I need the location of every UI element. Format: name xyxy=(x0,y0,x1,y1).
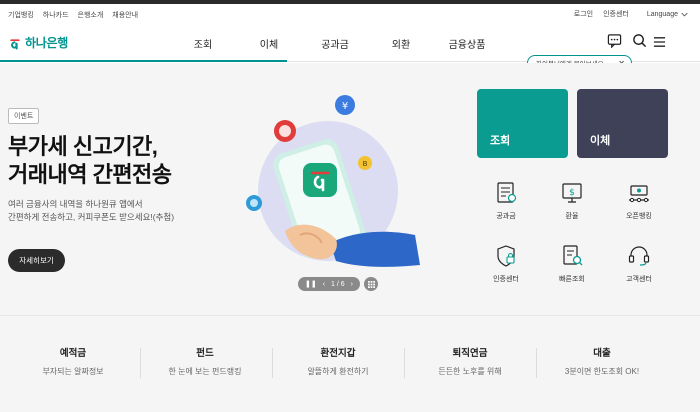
transfer-card-label: 이체 xyxy=(590,135,611,147)
hero-desc-line1: 여러 금융사의 내역을 하나원큐 앱에서 xyxy=(8,199,143,209)
product-deposit-title: 예적금 xyxy=(59,348,87,359)
quick-search-icon xyxy=(563,245,583,266)
product-pension-desc: 든든한 노후를 위해 xyxy=(438,367,502,376)
svg-text:$: $ xyxy=(569,188,575,198)
nav-item-query[interactable]: 조회 xyxy=(170,36,236,51)
product-loan[interactable]: 대출 3분이면 한도조회 OK! xyxy=(537,345,667,377)
quick-menu-customer-center-label: 고객센터 xyxy=(626,276,652,283)
event-badge: 이벤트 xyxy=(8,108,40,124)
nav-item-products[interactable]: 금융상품 xyxy=(434,36,500,51)
product-fund-title: 펀드 xyxy=(196,348,214,359)
quick-menu-cert-center-label: 인증센터 xyxy=(493,276,519,283)
hero-title: 부가세 신고기간, 거래내역 간편전송 xyxy=(8,133,172,189)
next-icon[interactable]: › xyxy=(351,281,353,288)
svg-text:B: B xyxy=(363,160,368,168)
grid-icon xyxy=(367,280,375,288)
util-link-card[interactable]: 하나카드 xyxy=(43,10,69,20)
svg-text:¥: ¥ xyxy=(342,101,348,112)
hero-title-line1: 부가세 신고기간, xyxy=(8,134,158,159)
product-deposit[interactable]: 예적금 부자되는 알짜정보 xyxy=(8,345,138,377)
product-fund-desc: 한 눈에 보는 펀드랭킹 xyxy=(168,367,242,376)
product-fund[interactable]: 펀드 한 눈에 보는 펀드랭킹 xyxy=(140,345,270,377)
utility-bar: 기업뱅킹 하나카드 은행소개 채용안내 로그인 인증센터 Language xyxy=(0,4,700,24)
pause-icon[interactable]: ❚❚ xyxy=(305,280,317,288)
hero-illustration: ¥ B xyxy=(246,95,420,267)
cert-center-link[interactable]: 인증센터 xyxy=(603,9,629,19)
shield-icon xyxy=(497,245,515,267)
login-link[interactable]: 로그인 xyxy=(574,9,593,19)
util-link-careers[interactable]: 채용안내 xyxy=(112,10,138,20)
product-pension[interactable]: 퇴직연금 든든한 노후를 위해 xyxy=(405,345,535,377)
quick-menu-bill-label: 공과금 xyxy=(496,213,516,220)
nav-item-transfer[interactable]: 이체 xyxy=(236,36,302,51)
main-nav: 조회 이체 공과금 외환 금융상품 xyxy=(170,36,500,51)
quick-menu-bill[interactable]: 공과금 xyxy=(476,180,536,221)
product-exchange-wallet-title: 환전지갑 xyxy=(320,348,356,359)
nav-item-forex[interactable]: 외환 xyxy=(368,36,434,51)
headset-icon xyxy=(628,246,650,266)
menu-icon[interactable] xyxy=(653,36,666,48)
logo-text: 하나은행 xyxy=(25,36,68,50)
product-loan-desc: 3분이면 한도조회 OK! xyxy=(564,367,640,376)
quick-menu-exchange-rate-label: 환율 xyxy=(565,213,579,220)
quick-menu-exchange-rate[interactable]: $ 환율 xyxy=(542,180,602,221)
exchange-rate-icon: $ xyxy=(562,183,582,203)
language-label: Language xyxy=(646,10,678,18)
header-icons xyxy=(607,33,647,48)
nav-item-utility-bill[interactable]: 공과금 xyxy=(302,36,368,51)
chevron-down-icon xyxy=(681,12,688,17)
quick-menu-quick-search-label: 빠른조회 xyxy=(559,276,585,283)
product-pension-title: 퇴직연금 xyxy=(452,348,488,359)
product-exchange-wallet-desc: 알뜰하게 환전하기 xyxy=(307,367,369,376)
bill-icon xyxy=(497,182,517,203)
open-banking-icon xyxy=(629,185,649,203)
logo[interactable]: 하나은행 xyxy=(9,34,68,51)
nav-underline xyxy=(0,60,287,62)
detail-button[interactable]: 자세히보기 xyxy=(8,249,65,272)
quick-menu-quick-search[interactable]: 빠른조회 xyxy=(542,243,602,284)
product-loan-title: 대출 xyxy=(593,348,611,359)
query-card[interactable]: 조회 xyxy=(477,89,568,158)
product-exchange-wallet[interactable]: 환전지갑 알뜰하게 환전하기 xyxy=(273,345,403,377)
quick-menu-cert-center[interactable]: 인증센터 xyxy=(476,243,536,284)
chat-icon[interactable] xyxy=(607,33,622,48)
grid-view-button[interactable] xyxy=(364,277,378,291)
util-link-about[interactable]: 은행소개 xyxy=(78,10,104,20)
hero-desc-line2: 간편하게 전송하고, 커피쿠폰도 받으세요!(추첨) xyxy=(8,212,175,222)
language-select[interactable]: Language xyxy=(647,11,688,18)
hero-description: 여러 금융사의 내역을 하나원큐 앱에서 간편하게 전송하고, 커피쿠폰도 받으… xyxy=(8,198,174,224)
quick-menu-customer-center[interactable]: 고객센터 xyxy=(609,243,669,284)
hana-logo-icon xyxy=(10,38,20,50)
query-card-label: 조회 xyxy=(490,135,511,147)
transfer-card[interactable]: 이체 xyxy=(577,89,668,158)
slide-counter: 1 / 6 xyxy=(331,280,345,288)
product-deposit-desc: 부자되는 알짜정보 xyxy=(42,367,104,376)
slide-pager: ❚❚ ‹ 1 / 6 › xyxy=(298,277,360,291)
product-strip: 예적금 부자되는 알짜정보 펀드 한 눈에 보는 펀드랭킹 환전지갑 알뜰하게 … xyxy=(0,315,700,412)
quick-menu-open-banking[interactable]: 오픈뱅킹 xyxy=(609,180,669,221)
hero-banner: 이벤트 부가세 신고기간, 거래내역 간편전송 여러 금융사의 내역을 하나원큐… xyxy=(0,63,700,315)
prev-icon[interactable]: ‹ xyxy=(323,281,325,288)
util-link-corporate[interactable]: 기업뱅킹 xyxy=(8,10,34,20)
quick-menu-open-banking-label: 오픈뱅킹 xyxy=(626,213,652,220)
hero-title-line2: 거래내역 간편전송 xyxy=(8,162,172,187)
search-icon[interactable] xyxy=(632,33,647,48)
